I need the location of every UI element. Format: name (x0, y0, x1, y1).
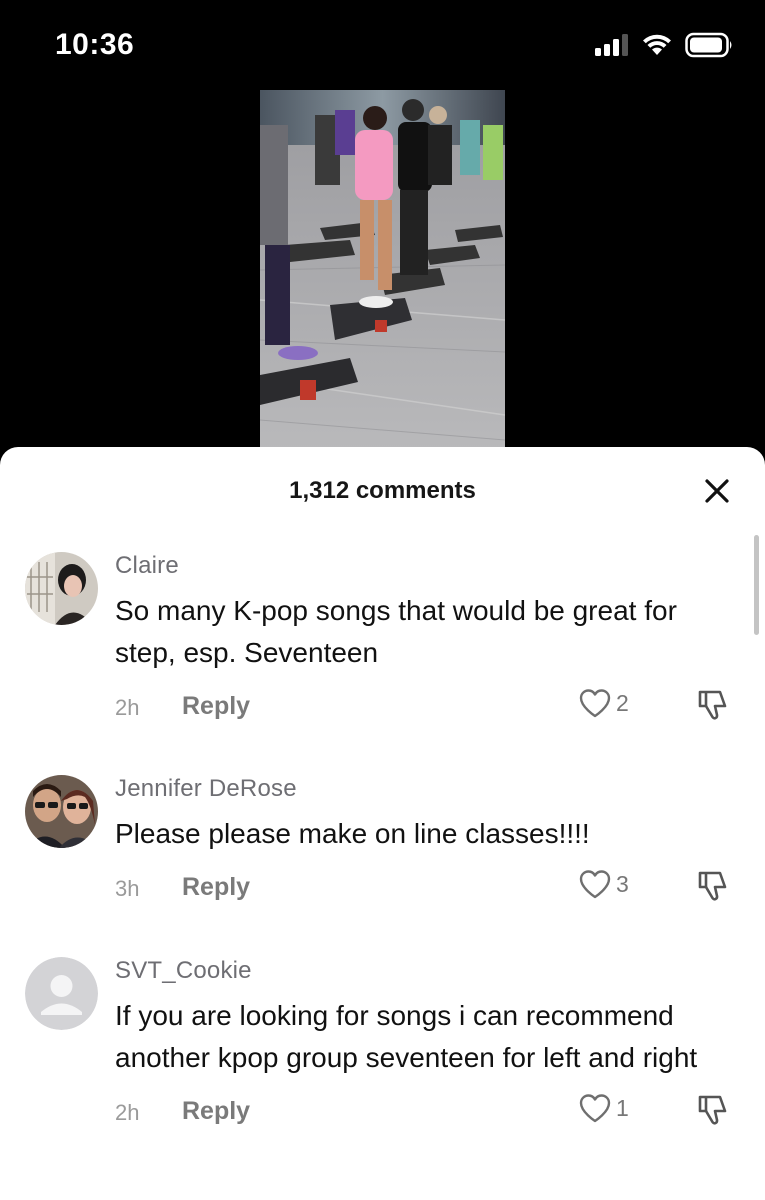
thumbs-down-icon (698, 1095, 727, 1125)
avatar-image (25, 775, 98, 848)
avatar[interactable] (25, 775, 98, 848)
comments-count-title: 1,312 comments (289, 477, 476, 504)
reply-button[interactable]: Reply (182, 873, 250, 902)
like-button[interactable]: 2 (578, 688, 629, 718)
dislike-button[interactable] (695, 1093, 731, 1132)
comment-text: Please please make on line classes!!!! (115, 818, 590, 849)
like-button[interactable]: 3 (578, 869, 629, 899)
video-thumbnail (260, 90, 505, 450)
like-count: 2 (616, 689, 629, 716)
status-bar: 10:36 (0, 0, 765, 90)
close-icon (705, 479, 729, 503)
comment-username[interactable]: SVT_Cookie (115, 957, 735, 985)
comment-body: SVT_Cookie If you are looking for songs … (115, 957, 735, 1133)
sheet-header: 1,312 comments (0, 447, 765, 532)
dislike-button[interactable] (695, 688, 731, 727)
thumbs-down-icon (698, 690, 727, 720)
comment-meta: 2h Reply 2 (115, 688, 735, 728)
default-avatar-icon (25, 957, 98, 1030)
comment-body: Jennifer DeRose Please please make on li… (115, 775, 735, 909)
close-button[interactable] (699, 473, 735, 509)
avatar[interactable] (25, 957, 98, 1030)
thumbs-down-icon (698, 871, 727, 901)
cellular-signal-icon (595, 34, 629, 61)
comment-time: 2h (115, 695, 140, 720)
comment-text: So many K-pop songs that would be great … (115, 595, 677, 668)
scrollbar[interactable] (754, 535, 759, 635)
status-icons (595, 32, 735, 63)
dislike-button[interactable] (695, 869, 731, 908)
like-count: 1 (616, 1094, 629, 1121)
heart-icon (579, 689, 611, 718)
wifi-icon (641, 33, 673, 62)
comment-time: 2h (115, 1100, 140, 1125)
battery-icon (685, 32, 735, 63)
comment-username[interactable]: Claire (115, 552, 735, 580)
reply-button[interactable]: Reply (182, 692, 250, 721)
video-player[interactable] (260, 90, 505, 450)
comment-text: If you are looking for songs i can recom… (115, 1000, 698, 1073)
status-time: 10:36 (55, 28, 135, 61)
like-button[interactable]: 1 (578, 1093, 629, 1123)
comment-time: 3h (115, 876, 140, 901)
heart-icon (579, 1094, 611, 1123)
comment-meta: 2h Reply 1 (115, 1093, 735, 1133)
comment-username[interactable]: Jennifer DeRose (115, 775, 735, 803)
avatar[interactable] (25, 552, 98, 625)
reply-button[interactable]: Reply (182, 1097, 250, 1126)
like-count: 3 (616, 870, 629, 897)
heart-icon (579, 870, 611, 899)
comment-body: Claire So many K-pop songs that would be… (115, 552, 735, 728)
avatar-image (25, 552, 98, 625)
comment-meta: 3h Reply 3 (115, 869, 735, 909)
comments-sheet: 1,312 comments Claire So many K-pop song… (0, 447, 765, 1200)
